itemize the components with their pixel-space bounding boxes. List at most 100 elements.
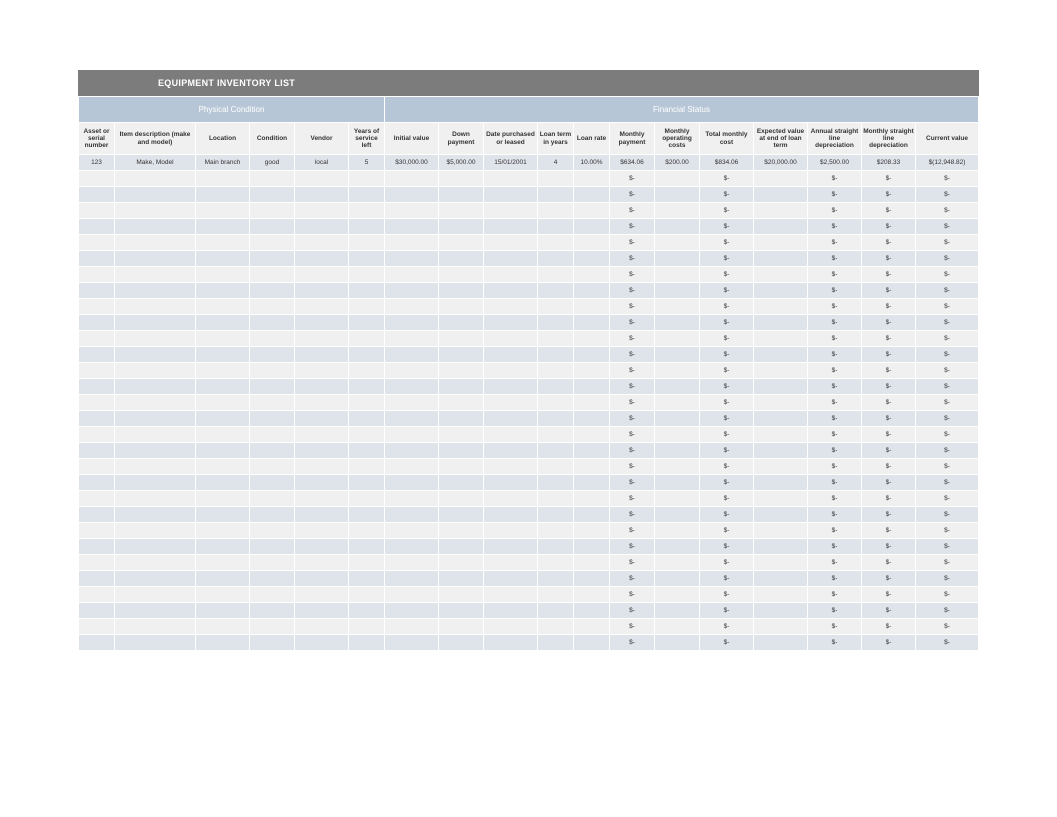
cell-empty — [79, 427, 115, 443]
cell-empty: $- — [610, 411, 655, 427]
cell-empty: $- — [916, 619, 979, 635]
cell-empty — [79, 187, 115, 203]
cell-empty — [196, 587, 250, 603]
cell-empty — [295, 555, 349, 571]
cell-empty — [538, 539, 574, 555]
cell-empty — [250, 347, 295, 363]
cell-empty — [250, 411, 295, 427]
cell-empty: $- — [862, 523, 916, 539]
cell-empty — [250, 187, 295, 203]
cell-empty — [754, 443, 808, 459]
cell-empty — [250, 491, 295, 507]
cell-empty: $- — [610, 539, 655, 555]
cell-empty — [538, 283, 574, 299]
cell-empty — [574, 587, 610, 603]
cell-empty — [439, 475, 484, 491]
cell-empty — [295, 427, 349, 443]
cell-empty — [754, 475, 808, 491]
cell-empty: $- — [700, 235, 754, 251]
table-row: $-$-$-$-$- — [79, 363, 979, 379]
cell-empty — [295, 251, 349, 267]
cell-empty — [538, 475, 574, 491]
cell-empty — [295, 235, 349, 251]
cell-empty: $- — [916, 299, 979, 315]
cell-empty — [574, 235, 610, 251]
cell-empty — [439, 187, 484, 203]
cell-empty — [349, 315, 385, 331]
cell-empty: $- — [610, 635, 655, 651]
cell-empty: $- — [610, 395, 655, 411]
cell-empty — [538, 555, 574, 571]
cell-empty: $- — [610, 299, 655, 315]
cell-empty — [574, 475, 610, 491]
cell-empty — [655, 571, 700, 587]
cell-empty: $- — [700, 539, 754, 555]
cell-empty: $- — [916, 251, 979, 267]
cell-empty: $- — [610, 315, 655, 331]
cell-empty — [484, 619, 538, 635]
cell-empty — [115, 539, 196, 555]
cell-empty — [439, 267, 484, 283]
cell-empty — [115, 267, 196, 283]
cell-empty — [295, 539, 349, 555]
cell-empty — [655, 475, 700, 491]
cell-date: 15/01/2001 — [484, 155, 538, 171]
cell-empty: $- — [916, 475, 979, 491]
cell-empty — [484, 587, 538, 603]
cell-empty — [484, 427, 538, 443]
cell-empty — [484, 379, 538, 395]
col-cond: Condition — [250, 123, 295, 155]
cell-empty — [574, 491, 610, 507]
cell-empty — [439, 203, 484, 219]
cell-empty — [349, 203, 385, 219]
cell-empty — [79, 491, 115, 507]
cell-empty — [655, 587, 700, 603]
cell-empty — [574, 395, 610, 411]
cell-empty: $- — [916, 427, 979, 443]
cell-empty — [295, 395, 349, 411]
cell-empty — [196, 171, 250, 187]
cell-empty — [538, 267, 574, 283]
cell-empty: $- — [916, 411, 979, 427]
cell-empty — [574, 299, 610, 315]
cell-empty: $- — [700, 555, 754, 571]
cell-empty — [196, 315, 250, 331]
cell-empty — [196, 603, 250, 619]
cell-empty — [349, 283, 385, 299]
cell-empty: $- — [916, 523, 979, 539]
cell-empty: $- — [700, 507, 754, 523]
cell-empty: $- — [808, 203, 862, 219]
cell-empty — [655, 427, 700, 443]
cell-empty — [655, 411, 700, 427]
cell-empty: $- — [862, 507, 916, 523]
table-row: 123 Make, Model Main branch good local 5… — [79, 155, 979, 171]
cell-empty — [250, 539, 295, 555]
cell-empty — [196, 523, 250, 539]
cell-empty — [538, 235, 574, 251]
cell-empty — [79, 475, 115, 491]
cell-empty — [250, 587, 295, 603]
cell-empty — [538, 395, 574, 411]
inventory-table: Physical Condition Financial Status Asse… — [78, 96, 979, 651]
cell-empty — [349, 507, 385, 523]
cell-empty — [115, 251, 196, 267]
cell-empty — [484, 475, 538, 491]
cell-empty — [349, 619, 385, 635]
cell-empty — [484, 555, 538, 571]
cell-empty — [484, 507, 538, 523]
cell-empty — [295, 571, 349, 587]
cell-empty: $- — [808, 571, 862, 587]
cell-empty — [349, 523, 385, 539]
cell-empty — [196, 251, 250, 267]
cell-empty — [574, 171, 610, 187]
cell-empty — [295, 219, 349, 235]
table-row: $-$-$-$-$- — [79, 219, 979, 235]
cell-empty — [250, 379, 295, 395]
cell-empty — [754, 219, 808, 235]
cell-empty — [439, 619, 484, 635]
cell-empty — [439, 411, 484, 427]
table-row: $-$-$-$-$- — [79, 539, 979, 555]
cell-empty — [574, 347, 610, 363]
cell-expval: $20,000.00 — [754, 155, 808, 171]
cell-empty: $- — [808, 475, 862, 491]
